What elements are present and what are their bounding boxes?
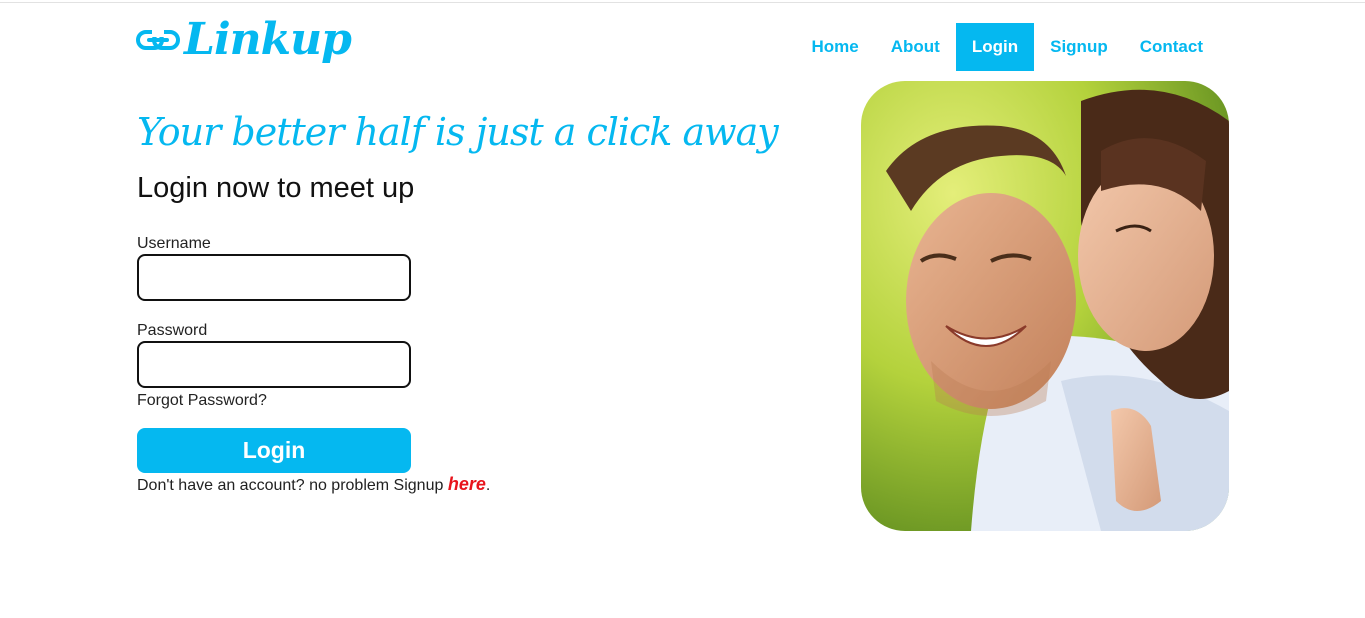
nav-login[interactable]: Login [955,23,1035,71]
main-nav: Home About Login Signup Contact [796,23,1219,71]
login-button[interactable]: Login [137,428,411,473]
username-input[interactable] [137,254,411,301]
nav-about[interactable]: About [875,23,956,71]
nav-home[interactable]: Home [796,23,875,71]
username-label: Username [137,235,211,252]
link-icon [136,28,180,50]
nav-signup[interactable]: Signup [1034,23,1124,71]
nav-contact[interactable]: Contact [1124,23,1219,71]
top-divider [0,2,1365,3]
brand-name: Linkup [184,14,352,65]
password-input[interactable] [137,341,411,388]
couple-photo [861,81,1229,531]
forgot-password-link[interactable]: Forgot Password? [137,392,267,410]
signup-suffix: . [485,477,491,494]
logo[interactable]: Linkup [136,10,352,70]
password-label: Password [137,322,208,339]
signup-here-link[interactable]: here [448,474,486,494]
signup-prompt: Don't have an account? no problem Signup… [137,474,490,495]
page-subheading: Login now to meet up [137,172,415,204]
tagline: Your better half is just a click away [137,110,779,154]
signup-prompt-text: Don't have an account? no problem Signup [137,477,448,494]
